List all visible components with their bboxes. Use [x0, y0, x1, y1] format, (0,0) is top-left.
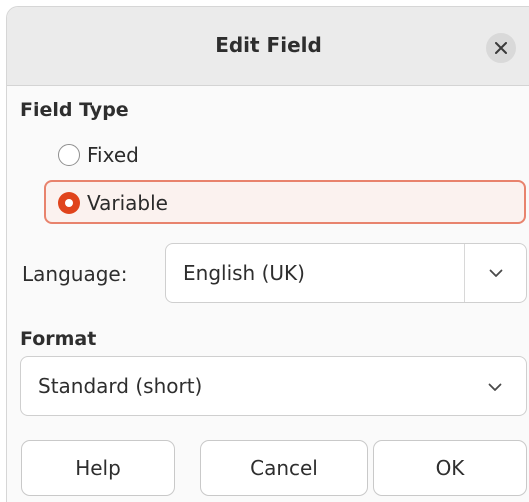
radio-checked-icon[interactable] [58, 192, 80, 214]
field-type-heading: Field Type [20, 99, 129, 121]
language-combobox[interactable]: English (UK) [165, 243, 527, 303]
format-value: Standard (short) [38, 374, 203, 398]
chevron-down-icon[interactable] [488, 383, 502, 392]
radio-variable[interactable]: Variable [58, 191, 168, 215]
help-button[interactable]: Help [21, 440, 175, 496]
title-bar: Edit Field [7, 7, 529, 86]
close-button[interactable] [486, 33, 516, 63]
language-label: Language: [22, 262, 128, 286]
ok-button[interactable]: OK [373, 440, 527, 496]
radio-fixed-label: Fixed [87, 143, 139, 167]
combo-divider [464, 244, 465, 302]
radio-fixed[interactable]: Fixed [58, 143, 139, 167]
chevron-down-icon[interactable] [489, 269, 503, 278]
radio-variable-label: Variable [87, 191, 168, 215]
format-dropdown[interactable]: Standard (short) [20, 356, 527, 416]
cancel-button[interactable]: Cancel [200, 440, 368, 496]
close-icon [495, 42, 507, 54]
dialog-title: Edit Field [215, 33, 322, 57]
language-value: English (UK) [183, 261, 305, 285]
edit-field-dialog: Edit Field Field Type Fixed Variable Lan… [6, 6, 529, 502]
radio-unchecked-icon[interactable] [58, 144, 80, 166]
format-heading: Format [20, 328, 97, 350]
